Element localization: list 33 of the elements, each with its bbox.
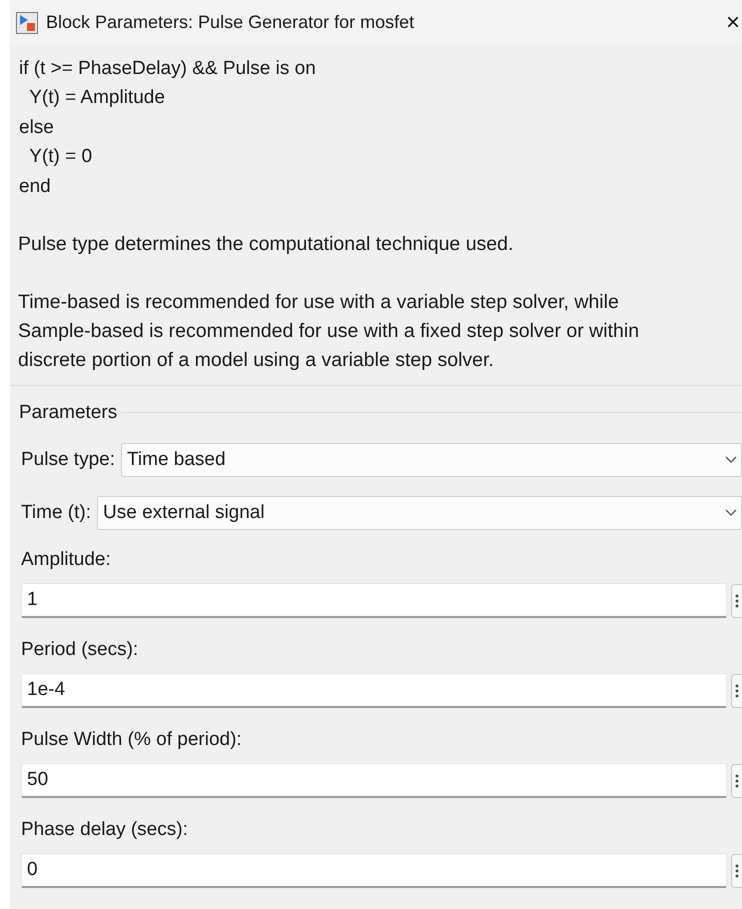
chevron-down-icon (725, 456, 737, 464)
text-field[interactable]: 1 (21, 583, 727, 618)
text-field[interactable]: 1e-4 (21, 673, 727, 708)
code-line: if (t >= PhaseDelay) && Pulse is on (19, 56, 316, 81)
text-field[interactable]: 0 (21, 853, 727, 888)
field-label: Phase delay (secs): (21, 819, 189, 842)
description-text: Time-based is recommended for use with a variable step solver, while Sample-based is recommended for use with a fixed step solver or within discrete portion of a model using a variable step solver. (17, 290, 640, 374)
chevron-down-icon (725, 509, 737, 518)
block-icon (16, 12, 38, 34)
field-label: Pulse Width (% of period): (21, 729, 243, 752)
more-icon (735, 774, 739, 788)
more-button[interactable] (731, 854, 742, 888)
field-label: Pulse type: (21, 449, 115, 472)
code-line: Y(t) = Amplitude (28, 86, 165, 110)
close-button[interactable]: × (724, 10, 742, 35)
window-title: Block Parameters: Pulse Generator for mosfet (46, 12, 416, 34)
more-button[interactable] (731, 764, 742, 798)
more-button[interactable] (731, 584, 742, 618)
code-line: end (19, 174, 51, 199)
field-label: Amplitude: (21, 549, 112, 572)
description-text: Pulse type determines the computational technique used. (17, 232, 514, 258)
text-field[interactable]: 50 (21, 763, 727, 798)
more-icon (735, 684, 739, 698)
field-label: Period (secs): (21, 639, 140, 662)
dropdown[interactable]: Use external signal (97, 496, 742, 530)
more-icon (735, 864, 739, 878)
code-line: Y(t) = 0 (28, 145, 92, 170)
more-button[interactable] (731, 674, 742, 708)
dropdown[interactable]: Time based (121, 443, 742, 478)
group-title: Parameters (18, 402, 118, 424)
code-line: else (19, 116, 54, 140)
more-icon (735, 594, 739, 608)
field-label: Time (t): (21, 502, 92, 524)
